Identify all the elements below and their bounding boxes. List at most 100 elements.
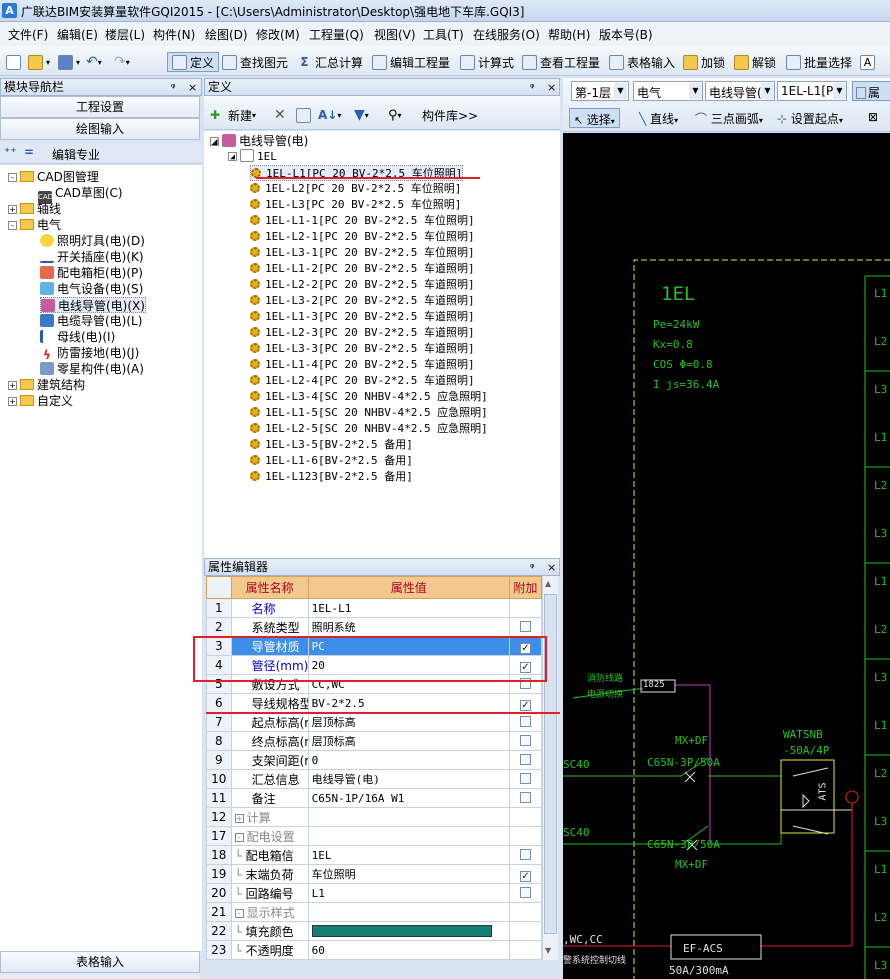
component-item[interactable]: 1EL-L3-3[PC 20 BV-2*2.5 车道照明] [250, 341, 475, 357]
formula-button[interactable]: 计算式 [460, 52, 514, 72]
expand-all-icon[interactable]: ⁺⁺ [4, 145, 17, 159]
property-row[interactable]: 10 汇总信息 电线导管(电) [206, 769, 543, 789]
pin-icon[interactable]: ᵠ [171, 80, 176, 96]
menu-file[interactable]: 文件(F) [8, 26, 48, 43]
property-row[interactable]: 1 名称 1EL-L1 [206, 598, 543, 618]
menu-quantity[interactable]: 工程量(Q) [309, 26, 364, 43]
tree-item-wire-conduit[interactable]: 电线导管(电)(X) [40, 297, 146, 313]
drawing-input-button[interactable]: 绘图输入 [0, 118, 200, 140]
property-value[interactable]: 层顶标高 [307, 731, 510, 751]
three-point-arc-button[interactable]: ⌒ 三点画弧▾ [695, 110, 763, 127]
extra-checkbox[interactable]: ✓ [519, 699, 531, 711]
menu-floor[interactable]: 楼层(L) [105, 26, 145, 43]
close-icon[interactable]: × [188, 80, 197, 96]
tree-item-switch-socket[interactable]: 开关插座(电)(K) [40, 249, 144, 265]
component-item[interactable]: 1EL-L1-6[BV-2*2.5 备用] [250, 453, 413, 469]
property-value[interactable]: C65N-1P/16A W1 [307, 788, 510, 808]
properties-button[interactable]: 属 [852, 81, 890, 101]
property-row[interactable]: 19 └ 末端负荷 车位照明 ✓ [206, 864, 543, 884]
filter-icon[interactable]: ▼ ▾ [354, 105, 369, 125]
edit-specialty-button[interactable]: 编辑专业 [52, 146, 100, 163]
property-row[interactable]: 11 备注 C65N-1P/16A W1 [206, 788, 543, 808]
component-item[interactable]: 1EL-L3-2[PC 20 BV-2*2.5 车道照明] [250, 293, 475, 309]
new-component-button[interactable]: ✚ 新建 ▾ [210, 105, 256, 125]
component-library-button[interactable]: 构件库>> [422, 105, 478, 125]
project-settings-button[interactable]: 工程设置 [0, 96, 200, 118]
tree-item-electrical-equipment[interactable]: 电气设备(电)(S) [40, 281, 143, 297]
extra-checkbox[interactable]: ✓ [519, 870, 531, 882]
close-icon[interactable]: × [547, 560, 556, 576]
menu-view[interactable]: 视图(V) [374, 26, 416, 43]
column-header-value[interactable]: 属性值 [307, 576, 510, 599]
menu-draw[interactable]: 绘图(D) [205, 26, 248, 43]
menu-tools[interactable]: 工具(T) [423, 26, 464, 43]
tree-item-distribution-box[interactable]: 配电箱柜(电)(P) [40, 265, 143, 281]
collapse-icon[interactable]: - [8, 173, 17, 182]
component-item[interactable]: 1EL-L2-4[PC 20 BV-2*2.5 车道照明] [250, 373, 475, 389]
component-item[interactable]: 1EL-L1-1[PC 20 BV-2*2.5 车位照明] [250, 213, 475, 229]
component-item[interactable]: 1EL-L1-5[SC 20 NHBV-4*2.5 应急照明] [250, 405, 488, 421]
component-item[interactable]: 1EL-L3-1[PC 20 BV-2*2.5 车位照明] [250, 245, 475, 261]
menu-component[interactable]: 构件(N) [153, 26, 195, 43]
collapse-icon[interactable]: ◢ [228, 152, 237, 161]
cad-drawing-canvas[interactable]: 1EL Pe=24kW Kx=0.8 COS Φ=0.8 I js=36.4A … [563, 133, 890, 979]
property-row[interactable]: 8终点标高(m)层顶标高 [206, 731, 543, 751]
expand-icon[interactable]: + [8, 381, 17, 390]
property-value[interactable]: 60 [307, 940, 510, 960]
save-icon[interactable]: ▾ [58, 52, 80, 72]
tree-item-lighting[interactable]: 照明灯具(电)(D) [40, 233, 145, 249]
collapse-all-icon[interactable]: = [24, 145, 34, 159]
collapse-icon[interactable]: - [234, 908, 244, 918]
sort-icon[interactable]: A↓ ▾ [318, 105, 341, 125]
column-header-extra[interactable]: 附加 [508, 576, 543, 599]
extra-checkbox[interactable] [519, 621, 531, 632]
tree-item-cad-mgmt[interactable]: - CAD图管理 [8, 169, 99, 185]
extra-checkbox[interactable] [519, 754, 531, 765]
property-value[interactable]: 电线导管(电) [307, 769, 510, 789]
view-quantity-button[interactable]: 查看工程量 [522, 52, 600, 72]
collapse-icon[interactable]: - [234, 832, 244, 842]
unlock-button[interactable]: 解锁 [734, 52, 776, 72]
new-file-icon[interactable] [6, 52, 24, 72]
select-button[interactable]: ↖ 选择▾ [569, 108, 620, 128]
property-value[interactable]: 层顶标高 [307, 712, 510, 732]
chevron-down-icon[interactable]: ▼ [833, 83, 846, 99]
component-item[interactable]: 1EL-L3-5[BV-2*2.5 备用] [250, 437, 413, 453]
component-item[interactable]: 1EL-L3-4[SC 20 NHBV-4*2.5 应急照明] [250, 389, 488, 405]
collapse-icon[interactable]: ◢ [210, 137, 219, 146]
extra-checkbox[interactable] [519, 735, 531, 746]
component-item[interactable]: 1EL-L3[PC 20 BV-2*2.5 车位照明] [250, 197, 461, 213]
tree-item-custom[interactable]: + 自定义 [8, 393, 73, 409]
find-icon[interactable]: ⚲ ▾ [388, 105, 402, 125]
property-value[interactable]: BV-2*2.5 [307, 693, 510, 713]
edit-quantity-button[interactable]: 编辑工程量 [372, 52, 450, 72]
set-start-button[interactable]: ⊹ 设置起点▾ [777, 110, 843, 127]
component-item[interactable]: 1EL-L2-3[PC 20 BV-2*2.5 车道照明] [250, 325, 475, 341]
find-element-button[interactable]: 查找图元 [222, 52, 288, 72]
property-row[interactable]: 9支架间距(mm0 [206, 750, 543, 770]
tree-item-building[interactable]: + 建筑结构 [8, 377, 85, 393]
component-item[interactable]: 1EL-L1-2[PC 20 BV-2*2.5 车道照明] [250, 261, 475, 277]
batch-select-button[interactable]: 批量选择 [786, 52, 852, 72]
tree-item-cable-conduit[interactable]: 电缆导管(电)(L) [40, 313, 142, 329]
tree-root-wire-conduit[interactable]: ◢ 电线导管(电) [210, 133, 308, 149]
property-scrollbar[interactable]: ▲ ▼ [542, 576, 558, 960]
expand-icon[interactable]: + [8, 397, 17, 406]
property-value[interactable] [307, 826, 510, 846]
component-item[interactable]: 1EL-L1-3[PC 20 BV-2*2.5 车道照明] [250, 309, 475, 325]
component-item[interactable]: 1EL-L2-5[SC 20 NHBV-4*2.5 应急照明] [250, 421, 488, 437]
property-row[interactable]: 21- 显示样式 [206, 902, 543, 922]
property-value[interactable]: 1EL-L1 [307, 598, 510, 618]
undo-icon[interactable]: ↶ ▾ [86, 52, 102, 72]
lock-button[interactable]: 加锁 [683, 52, 725, 72]
pin-icon[interactable]: ᵠ [530, 80, 535, 96]
tree-item-axis[interactable]: + 轴线 [8, 201, 61, 217]
extra-checkbox[interactable] [519, 773, 531, 784]
tree-item-cad-sketch[interactable]: CAD CAD草图(C) [38, 185, 123, 204]
menu-online[interactable]: 在线服务(O) [473, 26, 540, 43]
property-value[interactable]: 车位照明 [307, 864, 510, 884]
property-row[interactable]: 17- 配电设置 [206, 826, 543, 846]
more-tools-icon[interactable]: ⊠ [868, 110, 878, 124]
menu-version[interactable]: 版本号(B) [599, 26, 653, 43]
tree-item-electrical[interactable]: - 电气 [8, 217, 61, 233]
